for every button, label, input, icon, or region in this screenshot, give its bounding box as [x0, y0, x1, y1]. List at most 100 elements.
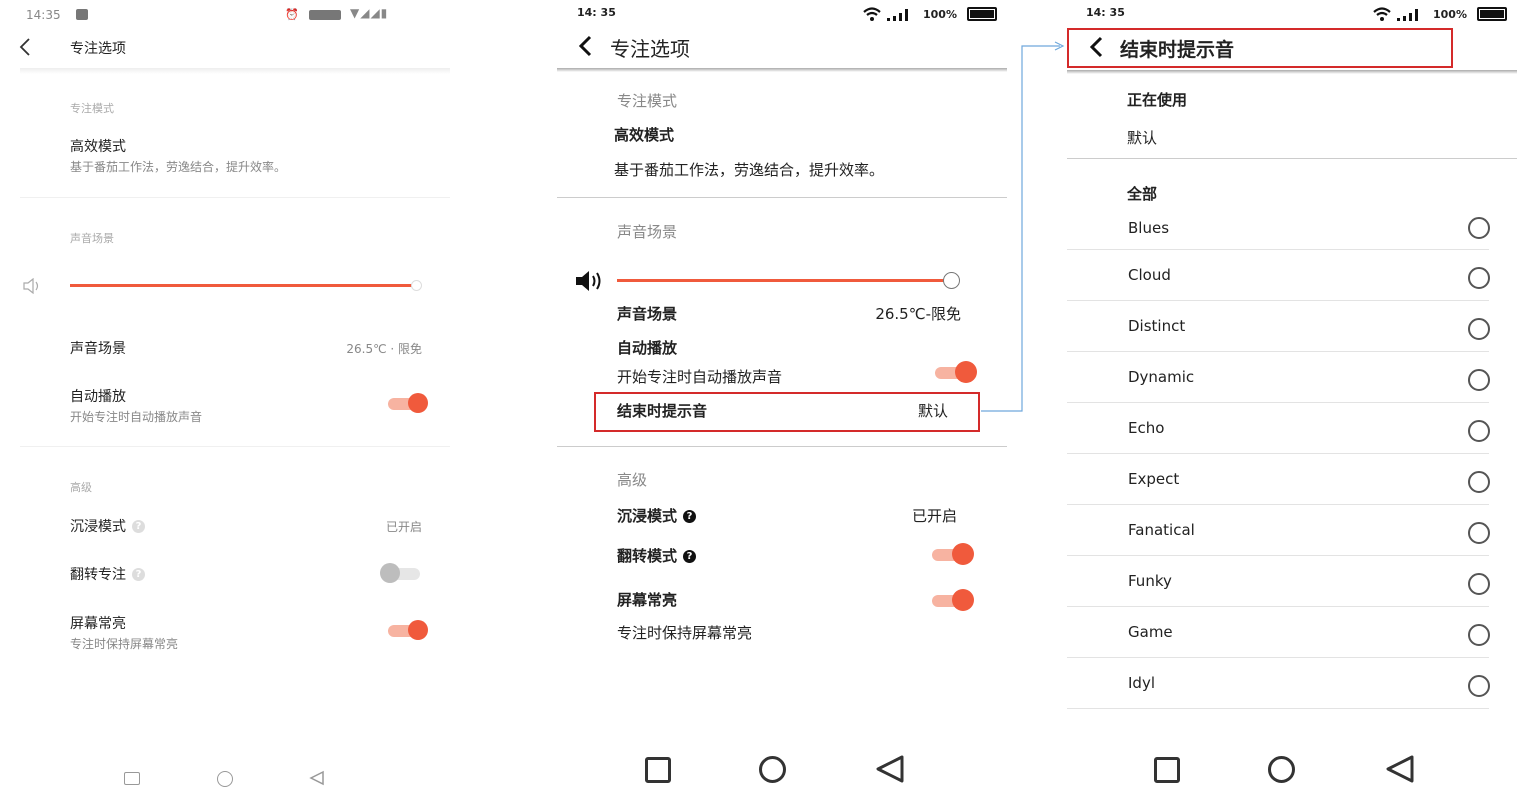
autoplay-row[interactable]: 自动播放 开始专注时自动播放声音 — [617, 337, 917, 387]
list-item-tone[interactable]: Cloud — [1067, 251, 1517, 302]
section-sound-scene: 声音场景 — [70, 232, 114, 245]
flip-label: 翻转模式 — [617, 547, 678, 565]
back-icon[interactable] — [308, 770, 326, 786]
volume-thumb[interactable] — [943, 272, 960, 289]
header-bar: 结束时提示音 — [1067, 28, 1453, 68]
help-icon[interactable]: ? — [132, 568, 145, 581]
radio-button[interactable] — [1468, 573, 1490, 595]
flip-toggle[interactable] — [380, 562, 424, 584]
flip-toggle[interactable] — [928, 543, 974, 565]
volume-fill — [617, 279, 947, 282]
back-button[interactable] — [16, 36, 36, 58]
back-icon[interactable] — [1385, 755, 1415, 783]
efficient-mode-item[interactable]: 高效模式 基于番茄工作法，劳逸结合，提升效率。 — [614, 124, 994, 184]
autoplay-toggle[interactable] — [931, 361, 977, 383]
list-item-tone[interactable]: Distinct — [1067, 302, 1517, 353]
autoplay-toggle[interactable] — [384, 392, 428, 414]
list-item-tone[interactable]: Game — [1067, 608, 1517, 659]
section-sound-scene: 声音场景 — [617, 223, 678, 241]
screen-on-toggle[interactable] — [384, 619, 428, 641]
flip-label: 翻转专注 — [70, 567, 126, 583]
flip-row[interactable]: 翻转专注? — [70, 564, 270, 584]
divider — [1067, 249, 1489, 250]
volume-icon — [22, 277, 44, 295]
screen-3: 14: 35 100% 结束时提示音 正在使用 默认 全部 Blues Clou… — [1067, 0, 1518, 801]
in-use-value[interactable]: 默认 — [1127, 127, 1157, 148]
list-item-tone[interactable]: Idyl — [1067, 659, 1517, 710]
help-icon[interactable]: ? — [683, 510, 697, 523]
help-icon[interactable]: ? — [132, 520, 145, 533]
screen-on-toggle[interactable] — [928, 589, 974, 611]
immersive-label: 沉浸模式 — [70, 519, 126, 535]
sound-scene-value: 26.5℃-限免 — [875, 305, 961, 323]
screen-1: 14:35 ⏰ ▼◢◢▮ 专注选项 专注模式 高效模式 基于番茄工作法，劳逸结合… — [0, 0, 470, 801]
radio-button[interactable] — [1468, 675, 1490, 697]
screen-on-desc: 专注时保持屏幕常亮 — [617, 624, 753, 642]
signal-icon — [887, 6, 913, 21]
sound-scene-label: 声音场景 — [70, 341, 126, 357]
screen-on-row[interactable]: 屏幕常亮 专注时保持屏幕常亮 — [70, 613, 370, 653]
end-tone-row[interactable]: 结束时提示音 默认 — [594, 392, 980, 432]
immersive-row[interactable]: 沉浸模式? 已开启 — [70, 516, 426, 536]
volume-icon — [575, 270, 605, 292]
immersive-row[interactable]: 沉浸模式? 已开启 — [617, 505, 963, 527]
volume-slider[interactable] — [70, 277, 426, 295]
connector-arrow — [981, 41, 1065, 412]
divider — [1067, 453, 1489, 454]
screen-on-row[interactable]: 屏幕常亮 专注时保持屏幕常亮 — [617, 589, 917, 644]
tone-label: Echo — [1128, 419, 1165, 437]
home-icon[interactable] — [1268, 756, 1295, 783]
list-item-tone[interactable]: Fanatical — [1067, 506, 1517, 557]
battery-icon — [1477, 7, 1507, 21]
alarm-icon: ⏰ — [285, 8, 299, 21]
volume-slider[interactable] — [617, 271, 963, 291]
radio-button[interactable] — [1468, 318, 1490, 340]
radio-button[interactable] — [1468, 217, 1490, 239]
back-button[interactable] — [1086, 35, 1108, 61]
end-tone-value: 默认 — [918, 402, 949, 420]
efficient-mode-item[interactable]: 高效模式 基于番茄工作法，劳逸结合，提升效率。 — [70, 136, 450, 178]
autoplay-row[interactable]: 自动播放 开始专注时自动播放声音 — [70, 386, 426, 426]
radio-button[interactable] — [1468, 267, 1490, 289]
radio-button[interactable] — [1468, 369, 1490, 391]
sound-scene-row[interactable]: 声音场景 26.5℃-限免 — [617, 303, 963, 325]
volume-thumb[interactable] — [411, 280, 422, 291]
recent-apps-icon[interactable] — [124, 772, 140, 785]
signal-icons: ▼◢◢▮ — [350, 6, 389, 20]
recent-apps-icon[interactable] — [1154, 757, 1180, 783]
list-item-tone[interactable]: Funky — [1067, 557, 1517, 608]
flip-row[interactable]: 翻转模式? — [617, 545, 817, 567]
back-button[interactable] — [575, 34, 597, 58]
list-item-tone[interactable]: Expect — [1067, 455, 1517, 506]
list-item-tone[interactable]: Dynamic — [1067, 353, 1517, 404]
recent-apps-icon[interactable] — [645, 757, 671, 783]
immersive-value: 已开启 — [912, 507, 958, 525]
list-item-tone[interactable]: Blues — [1067, 200, 1517, 251]
section-advanced: 高级 — [70, 481, 92, 494]
radio-button[interactable] — [1468, 624, 1490, 646]
sound-scene-row[interactable]: 声音场景 26.5℃ · 限免 — [70, 338, 426, 358]
volte-icon — [309, 10, 341, 20]
help-icon[interactable]: ? — [683, 550, 697, 563]
tone-label: Blues — [1128, 219, 1170, 237]
autoplay-desc: 开始专注时自动播放声音 — [617, 368, 783, 386]
list-item-tone[interactable]: Echo — [1067, 404, 1517, 455]
battery-level: 100% — [1433, 8, 1467, 21]
radio-button[interactable] — [1468, 420, 1490, 442]
tone-label: Idyl — [1128, 674, 1155, 692]
divider — [1067, 708, 1489, 709]
efficient-mode-title: 高效模式 — [70, 139, 126, 155]
home-icon[interactable] — [759, 756, 786, 783]
back-icon[interactable] — [875, 755, 905, 783]
immersive-label: 沉浸模式 — [617, 507, 678, 525]
tone-label: Cloud — [1128, 266, 1171, 284]
end-tone-label: 结束时提示音 — [617, 402, 708, 420]
divider — [20, 197, 450, 198]
sound-scene-value: 26.5℃ · 限免 — [346, 342, 422, 356]
section-focus-mode: 专注模式 — [70, 102, 114, 115]
tone-label: Dynamic — [1128, 368, 1195, 386]
radio-button[interactable] — [1468, 522, 1490, 544]
section-focus-mode: 专注模式 — [617, 92, 678, 110]
home-icon[interactable] — [217, 771, 233, 787]
radio-button[interactable] — [1468, 471, 1490, 493]
